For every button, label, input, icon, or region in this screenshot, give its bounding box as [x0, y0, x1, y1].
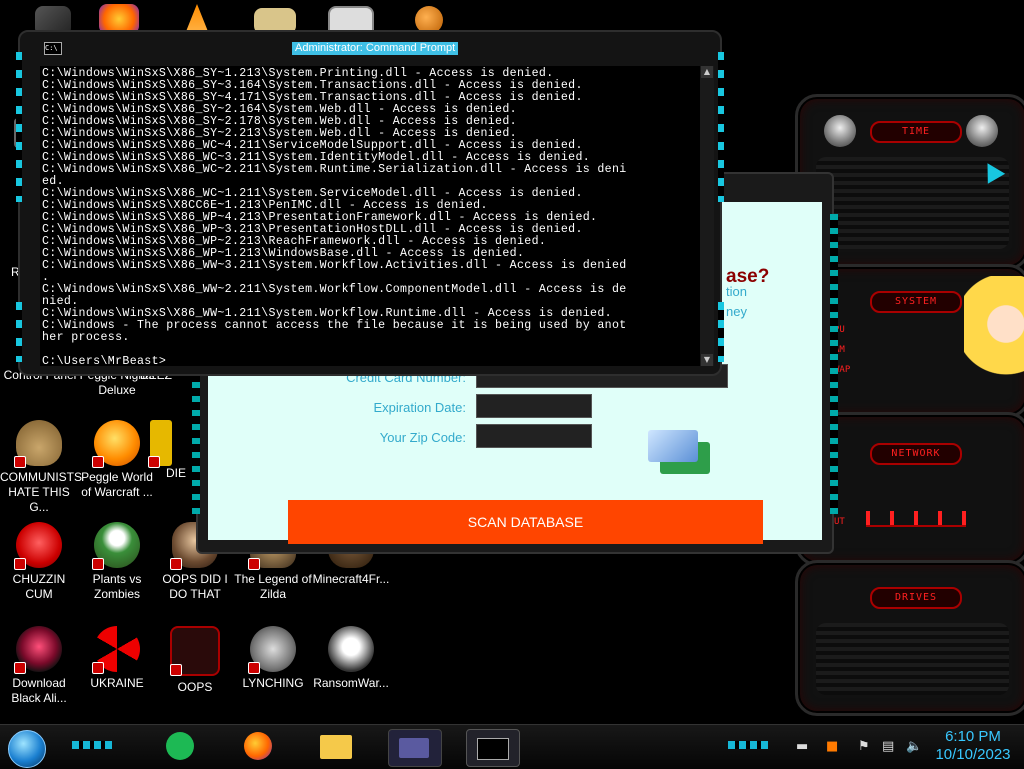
cmd-scrollbar[interactable]: ▲ ▼ — [700, 66, 714, 366]
taskbar-cmd-icon[interactable] — [466, 729, 520, 767]
scroll-up-icon[interactable]: ▲ — [701, 66, 713, 78]
tray-expand-icon[interactable]: ▬ — [796, 739, 808, 754]
taskbar-file-explorer-icon[interactable] — [314, 729, 358, 765]
desktop-icon-label: DIE — [166, 466, 187, 480]
desktop-icon-oops[interactable]: OOPS — [156, 626, 234, 695]
desktop-icon-peggle-wow[interactable]: Peggle World of Warcraft ... — [78, 420, 156, 500]
oops-icon — [170, 626, 220, 676]
desktop-icon-ukraine[interactable]: UKRAINE — [78, 626, 156, 691]
window-frame-decoration — [16, 302, 22, 362]
taskbar-firefox-icon[interactable] — [236, 729, 280, 765]
drives-gadget[interactable]: DRIVES — [795, 560, 1024, 716]
desktop-icon-download-black-ali[interactable]: Download Black Ali... — [0, 626, 78, 706]
desktop-icon-label: Minecraft4Fr... — [312, 572, 390, 586]
taskbar-decoration — [728, 741, 768, 749]
die-icon — [148, 420, 172, 468]
tray-network-icon[interactable]: ▤ — [882, 739, 894, 754]
cmd-output-text: C:\Windows\WinSxS\X86_SY~1.213\System.Pr… — [42, 67, 627, 367]
credit-cards-icon — [648, 430, 712, 478]
scroll-down-icon[interactable]: ▼ — [701, 354, 713, 366]
cmd-window-title: Administrator: Command Prompt — [292, 42, 459, 55]
alien-head-icon — [824, 115, 856, 147]
window-frame-decoration — [718, 302, 724, 362]
desktop-icon-ransomware[interactable]: RansomWar... — [312, 626, 390, 691]
cmd-app-icon: C:\ — [44, 42, 62, 55]
desktop-icon-die[interactable]: DIE — [148, 420, 198, 481]
cmd-title-bar[interactable]: C:\ Administrator: Command Prompt — [20, 32, 720, 62]
window-frame-decoration — [16, 52, 22, 202]
clock-date: 10/10/2023 — [935, 746, 1011, 763]
taskbar-scan-app-icon[interactable] — [388, 729, 442, 767]
tray-app-icon[interactable]: ■ — [826, 739, 838, 754]
scan-description-1: tion — [726, 284, 747, 299]
desktop-icon-pvz[interactable]: Plants vs Zombies — [78, 522, 156, 602]
desktop-icon-label: CHUZZIN CUM — [12, 572, 66, 601]
taskbar-decoration — [72, 741, 112, 749]
taskbar-clock[interactable]: 6:10 PM 10/10/2023 — [928, 728, 1018, 764]
plants-vs-zombies-icon — [92, 522, 140, 570]
desktop-icon-label: UKRAINE — [90, 676, 144, 690]
alien-head-icon — [966, 115, 998, 147]
desktop-icon-label: RansomWar... — [313, 676, 389, 690]
desktop-icon-label: The Legend of Zilda — [234, 572, 312, 601]
window-frame-decoration — [718, 52, 724, 202]
desktop-icon-label: Plants vs Zombies — [92, 572, 142, 601]
network-gadget-title: NETWORK — [870, 443, 962, 465]
system-gadget-title: SYSTEM — [870, 291, 962, 313]
window-frame-decoration — [830, 214, 838, 514]
clock-time: 6:10 PM — [945, 728, 1001, 745]
tray-volume-icon[interactable]: 🔈 — [906, 739, 922, 754]
desktop-icon-label: LYNCHING — [242, 676, 304, 690]
radiation-icon — [92, 626, 140, 674]
desktop-icon-lynching[interactable]: LYNCHING — [234, 626, 312, 691]
scan-description-2: ney — [726, 304, 747, 319]
zip-code-input[interactable] — [476, 424, 592, 448]
desktop-icon-label: Download Black Ali... — [11, 676, 67, 705]
desktop-icon-chuzzin[interactable]: CHUZZIN CUM — [0, 522, 78, 602]
money-bag-icon — [14, 420, 62, 468]
time-gadget-title: TIME — [870, 121, 962, 143]
zip-code-label: Your Zip Code: — [379, 430, 466, 445]
black-orb-icon — [14, 626, 62, 674]
expiration-date-label: Expiration Date: — [373, 400, 467, 415]
cmd-output-area[interactable]: C:\Windows\WinSxS\X86_SY~1.213\System.Pr… — [40, 66, 700, 366]
chuzzle-icon — [14, 522, 62, 570]
desktop-icon-label: COMMUNISTS HATE THIS G... — [0, 470, 82, 514]
skull-icon — [328, 626, 374, 672]
taskbar: ▬ ■ ⚑ ▤ 🔈 6:10 PM 10/10/2023 — [0, 724, 1024, 769]
desktop-icon-label: OOPS DID I DO THAT — [162, 572, 228, 601]
emblem-icon — [248, 626, 296, 674]
desktop-icon-communists[interactable]: COMMUNISTS HATE THIS G... — [0, 420, 82, 515]
desktop-icon-label: OOPS — [177, 680, 213, 694]
tray-flag-icon[interactable]: ⚑ — [858, 739, 870, 754]
cartoon-character-image — [964, 276, 1024, 396]
expiration-date-input[interactable] — [476, 394, 592, 418]
taskbar-notes-app-icon[interactable] — [158, 729, 202, 765]
peggle-icon — [92, 420, 140, 468]
drives-gadget-title: DRIVES — [870, 587, 962, 609]
start-button[interactable] — [8, 730, 46, 768]
scan-database-button[interactable]: SCAN DATABASE — [288, 500, 763, 544]
network-graph — [866, 511, 966, 527]
command-prompt-window[interactable]: C:\ Administrator: Command Prompt C:\Win… — [16, 30, 724, 376]
drives-gadget-display — [816, 623, 1009, 695]
network-out-label: UT — [834, 517, 845, 527]
desktop-icon-label: Peggle World of Warcraft ... — [81, 470, 153, 499]
